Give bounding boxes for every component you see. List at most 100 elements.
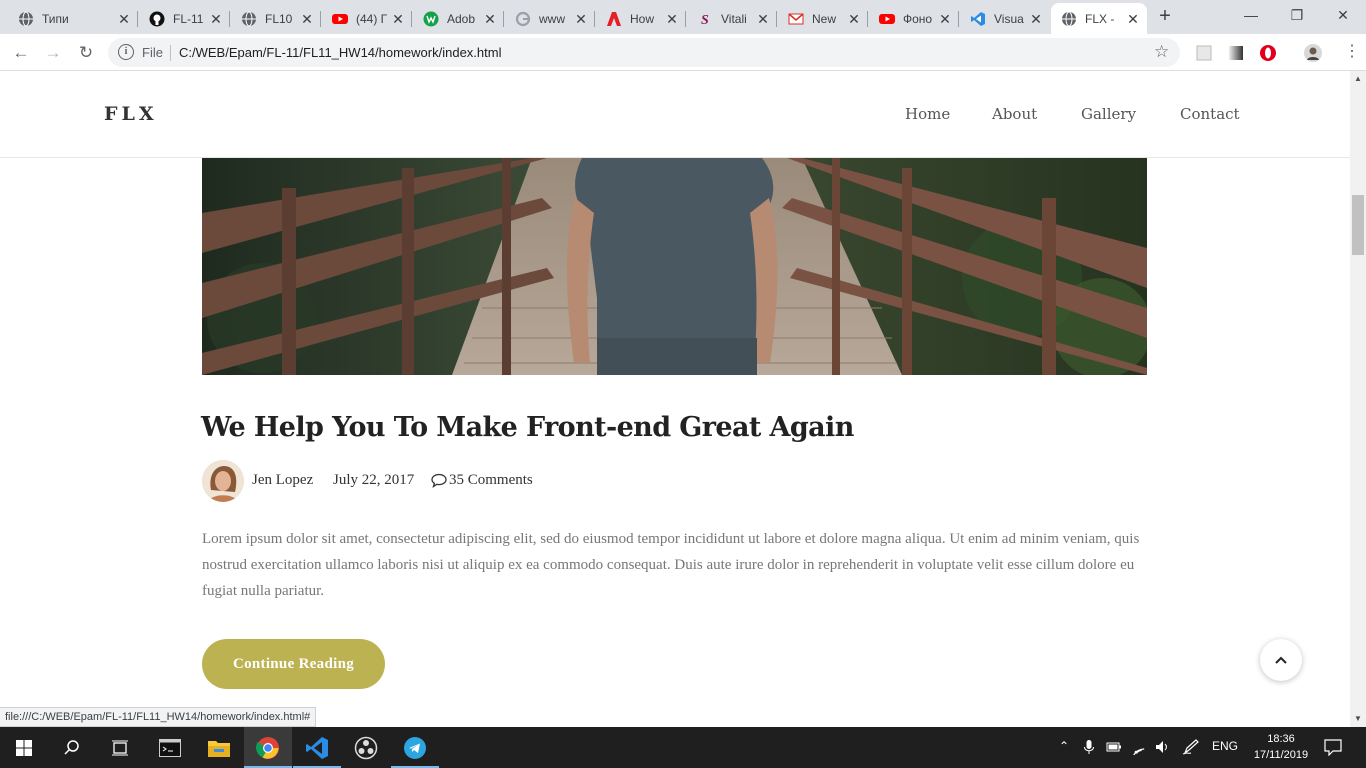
post-title[interactable]: We Help You To Make Front-end Great Agai… [201,412,854,443]
scroll-up-arrow-icon[interactable]: ▲ [1350,71,1366,87]
omnibox-divider [170,45,171,61]
continue-reading-button[interactable]: Continue Reading [202,639,385,689]
tab-title: Фоно [903,11,933,26]
browser-tab[interactable]: Adob ✕ [413,3,504,34]
browser-tab[interactable]: www ✕ [505,3,595,34]
taskbar-telegram[interactable] [391,727,439,768]
telegram-icon [404,736,426,759]
browser-tab[interactable]: FLX - ✕ [1051,3,1147,34]
site-header: FLX Home About Gallery Contact [0,72,1350,158]
site-logo[interactable]: FLX [104,103,158,125]
extension-gradient-icon[interactable] [1227,44,1245,62]
start-button[interactable] [0,727,48,768]
svg-text:S: S [701,13,709,27]
tab-close-icon[interactable]: ✕ [757,12,769,26]
tab-close-icon[interactable]: ✕ [392,12,404,26]
browser-tab[interactable]: Типи ✕ [8,3,138,34]
tab-separator [867,11,868,27]
tab-title: Adob [447,11,476,26]
terminal-icon [159,738,181,757]
tab-close-icon[interactable]: ✕ [118,12,130,26]
adobe-favicon-icon [606,11,622,27]
link-status-bar: file:///C:/WEB/Epam/FL-11/FL11_HW14/home… [0,707,317,727]
tab-title: FL-11 [173,11,204,26]
taskbar-vscode[interactable] [293,727,341,768]
browser-tab[interactable]: S Vitali ✕ [687,3,777,34]
nav-home[interactable]: Home [905,105,950,123]
post-comments-count[interactable]: 35 Comments [449,472,533,489]
page-scrollbar[interactable] [1350,71,1366,727]
nav-contact[interactable]: Contact [1180,105,1240,123]
tab-close-icon[interactable]: ✕ [1030,12,1042,26]
post-author[interactable]: Jen Lopez [252,472,313,489]
pen-workspace-icon[interactable] [1182,739,1200,755]
tab-title: How [630,11,655,26]
search-button[interactable] [48,727,96,768]
task-view-button[interactable] [96,727,144,768]
post-hero-image [202,158,1147,375]
minimize-button[interactable]: — [1228,0,1274,30]
omnibox[interactable]: i File C:/WEB/Epam/FL-11/FL11_HW14/homew… [108,38,1180,67]
notifications-icon[interactable] [1324,739,1342,756]
green-favicon-icon [423,11,439,27]
restore-button[interactable]: ❐ [1274,0,1320,30]
tab-separator [411,11,412,27]
tab-close-icon[interactable]: ✕ [666,12,678,26]
globe-favicon-icon [241,11,257,27]
address-toolbar: ← → ↻ i File C:/WEB/Epam/FL-11/FL11_HW14… [0,34,1366,71]
volume-icon[interactable] [1154,739,1170,755]
browser-tab[interactable]: FL10 ✕ [231,3,321,34]
tab-close-icon[interactable]: ✕ [939,12,951,26]
windows-taskbar: ⌃ ENG 18:36 17/11/2019 [0,727,1366,768]
scheme-label: File [142,45,163,60]
browser-tab[interactable]: Visua ✕ [960,3,1050,34]
post-excerpt: Lorem ipsum dolor sit amet, consectetur … [202,531,1140,599]
tab-close-icon[interactable]: ✕ [575,12,587,26]
tab-title: www [539,11,565,26]
microphone-icon[interactable] [1083,739,1095,755]
opera-extension-icon[interactable] [1259,44,1277,62]
close-window-button[interactable]: ✕ [1320,0,1366,30]
reload-button[interactable]: ↻ [74,41,98,65]
profile-avatar-icon[interactable] [1304,44,1322,62]
tab-separator [685,11,686,27]
forward-button[interactable]: → [41,41,65,65]
scroll-down-arrow-icon[interactable]: ▼ [1350,711,1366,727]
nav-about[interactable]: About [992,105,1037,123]
battery-icon[interactable] [1106,741,1122,753]
windows-logo-icon [16,739,32,756]
tab-close-icon[interactable]: ✕ [484,12,496,26]
back-to-top-button[interactable] [1260,639,1302,681]
browser-tab[interactable]: New ✕ [778,3,868,34]
google-favicon-icon [515,11,531,27]
new-tab-button[interactable]: + [1153,5,1177,29]
browser-tab[interactable]: How ✕ [596,3,686,34]
clock-date: 17/11/2019 [1253,749,1309,761]
taskbar-terminal[interactable] [146,727,194,768]
tab-separator [594,11,595,27]
browser-tab[interactable]: FL-11 ✕ [139,3,230,34]
back-button[interactable]: ← [9,41,33,65]
nav-gallery[interactable]: Gallery [1081,105,1136,123]
tab-close-icon[interactable]: ✕ [301,12,313,26]
bookmark-star-icon[interactable]: ☆ [1154,42,1169,62]
show-hidden-icons-chevron-icon[interactable]: ⌃ [1059,739,1069,753]
browser-tab[interactable]: (44) Г ✕ [322,3,412,34]
tab-close-icon[interactable]: ✕ [210,12,222,26]
wifi-icon[interactable] [1131,739,1147,755]
tab-separator [776,11,777,27]
input-language[interactable]: ENG [1212,739,1238,753]
taskbar-chrome[interactable] [244,727,292,768]
extension-grid-icon[interactable] [1195,44,1213,62]
tab-close-icon[interactable]: ✕ [848,12,860,26]
tab-close-icon[interactable]: ✕ [1127,12,1139,26]
youtube-favicon-icon [332,11,348,27]
system-clock[interactable]: 18:36 17/11/2019 [1246,731,1316,763]
taskbar-obs[interactable] [342,727,390,768]
url-text[interactable]: C:/WEB/Epam/FL-11/FL11_HW14/homework/ind… [179,45,501,60]
browser-menu-icon[interactable]: ⋮ [1344,43,1360,61]
browser-tab[interactable]: Фоно ✕ [869,3,959,34]
scrollbar-thumb[interactable] [1352,195,1364,255]
site-info-icon[interactable]: i [118,44,134,60]
taskbar-file-explorer[interactable] [195,727,243,768]
